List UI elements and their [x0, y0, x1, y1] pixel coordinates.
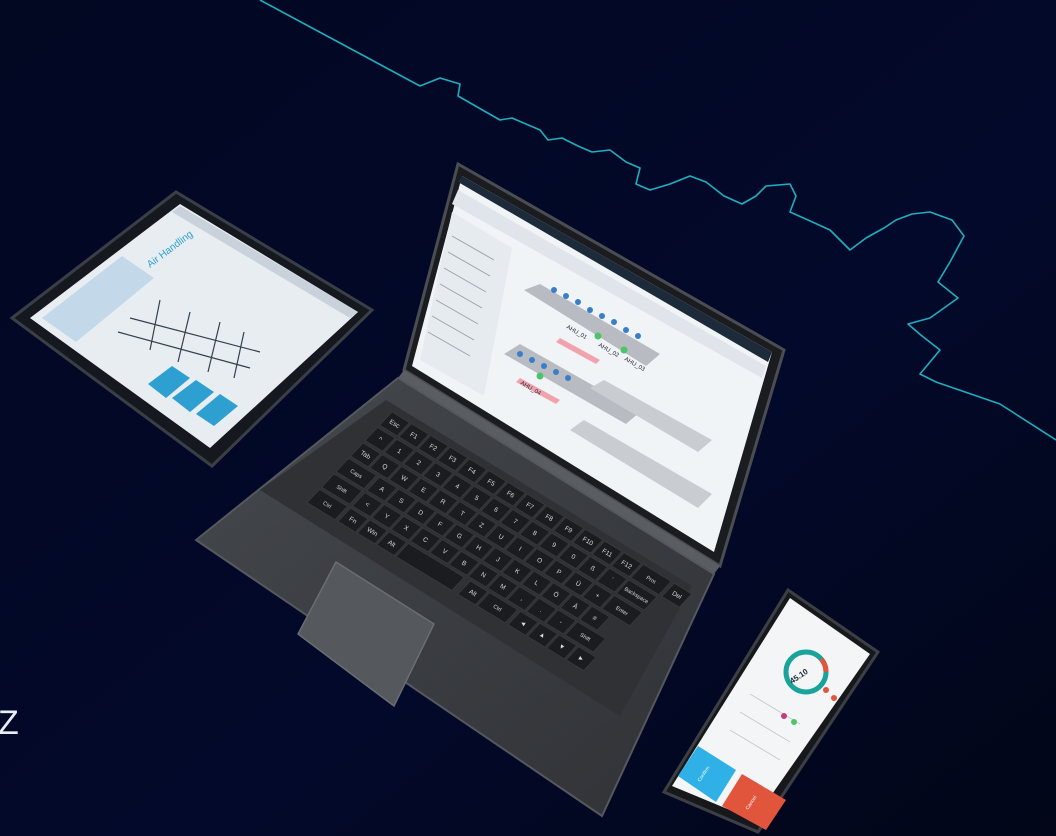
stray-letter: Z [0, 704, 19, 742]
device-mockup-scene: Air Handling AHU_01 AHU_02 AHU_03 AHU_04… [0, 0, 1056, 836]
